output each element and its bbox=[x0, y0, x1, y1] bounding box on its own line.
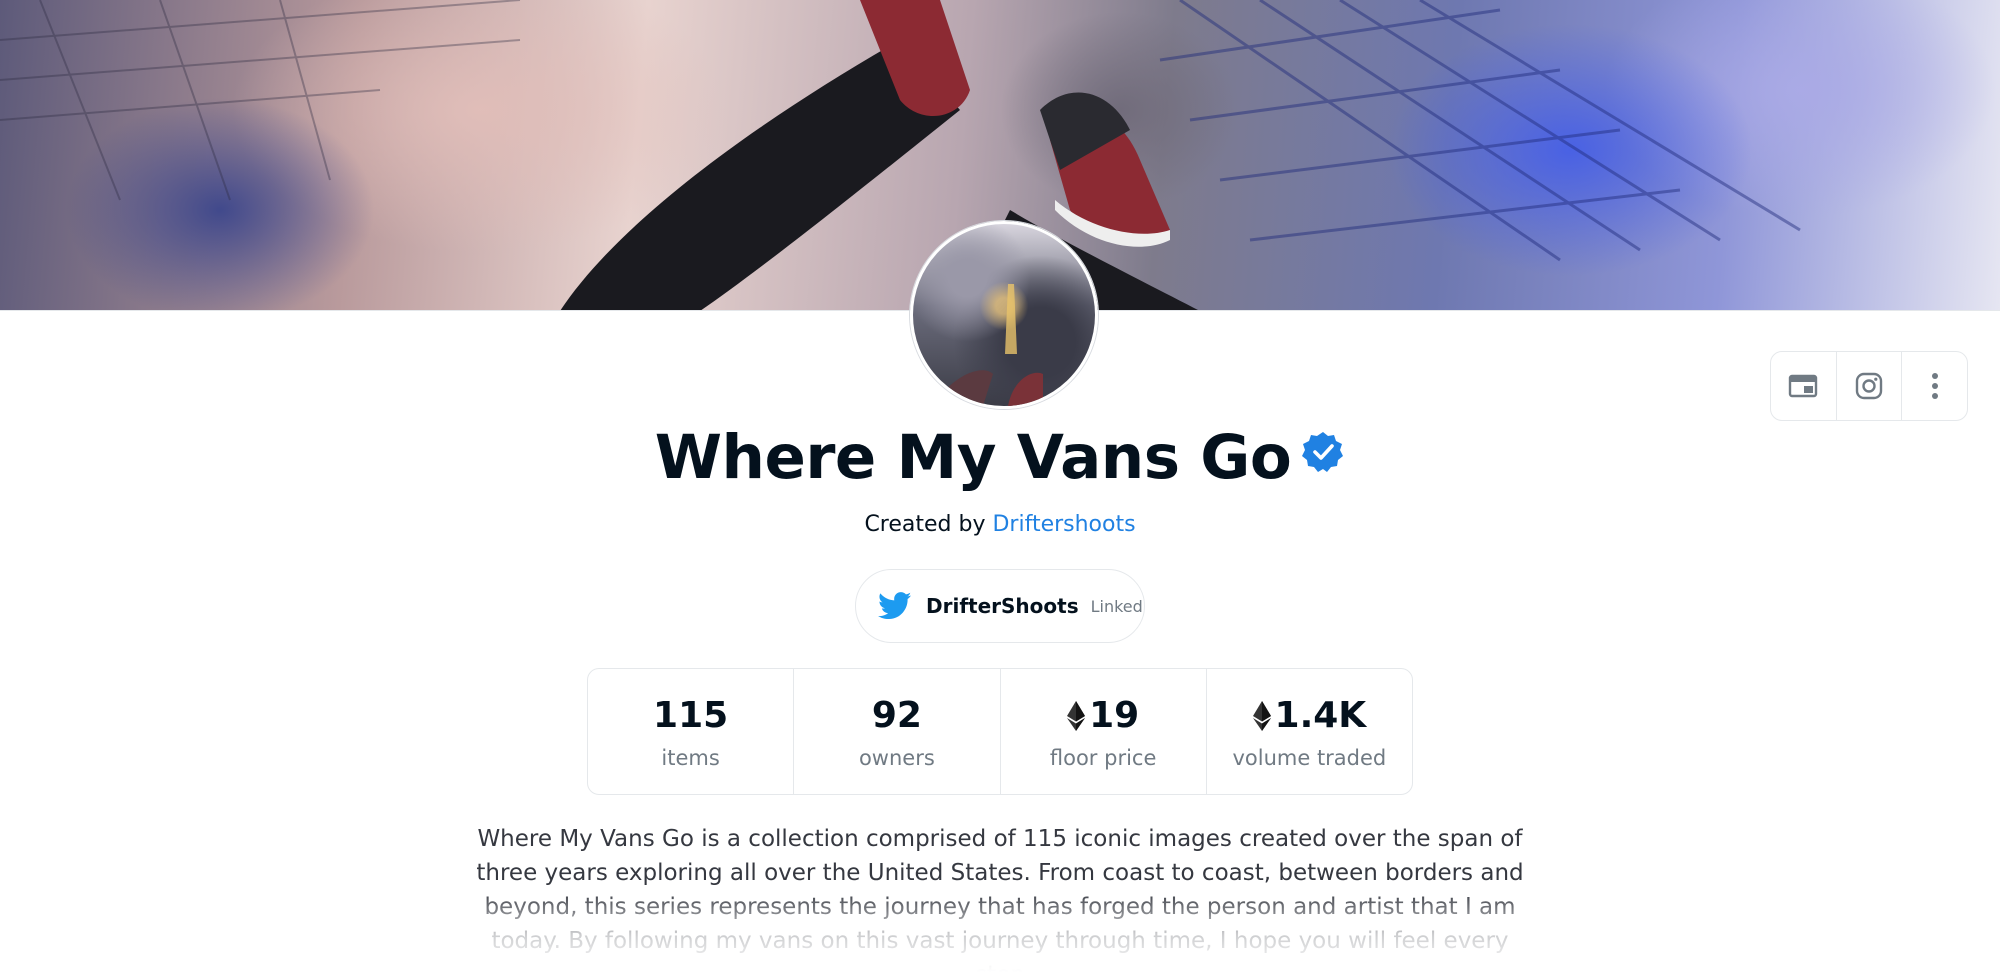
website-button[interactable] bbox=[1771, 352, 1837, 420]
stat-items-label: items bbox=[661, 745, 720, 770]
creator-link[interactable]: Driftershoots bbox=[992, 512, 1135, 537]
stat-owners-label: owners bbox=[858, 745, 935, 770]
stat-items[interactable]: 115 items bbox=[588, 669, 795, 794]
collection-description: Where My Vans Go is a collection compris… bbox=[476, 826, 1524, 972]
ethereum-icon bbox=[1252, 700, 1271, 731]
stat-floor-price-value: 19 bbox=[1089, 694, 1140, 736]
stat-owners[interactable]: 92 owners bbox=[794, 669, 1001, 794]
created-by-label: Created by bbox=[864, 512, 986, 537]
ethereum-icon bbox=[1067, 700, 1086, 731]
instagram-icon bbox=[1855, 372, 1883, 400]
collection-actions bbox=[1770, 351, 1968, 421]
stat-volume-traded-row: 1.4K bbox=[1252, 694, 1367, 738]
more-vertical-icon bbox=[1931, 373, 1938, 399]
twitter-handle: DrifterShoots bbox=[926, 594, 1079, 618]
twitter-bird-icon bbox=[878, 592, 912, 620]
avatar-scene bbox=[933, 284, 1043, 406]
verified-badge-icon bbox=[1302, 432, 1344, 472]
stat-floor-price-label: floor price bbox=[1049, 745, 1157, 770]
collection-stats: 115 items 92 owners 19 floor price 1.4K bbox=[587, 668, 1413, 795]
collection-title: Where My Vans Go bbox=[654, 422, 1292, 493]
website-icon bbox=[1789, 374, 1818, 398]
twitter-account-link[interactable]: DrifterShoots Linked bbox=[855, 569, 1145, 643]
instagram-button[interactable] bbox=[1837, 352, 1903, 420]
stat-floor-price-row: 19 bbox=[1067, 694, 1139, 738]
twitter-linked-status: Linked bbox=[1090, 596, 1143, 616]
stat-owners-value: 92 bbox=[871, 694, 922, 736]
stat-items-value: 115 bbox=[653, 694, 729, 736]
more-options-button[interactable] bbox=[1902, 352, 1967, 420]
created-by: Created by Driftershoots bbox=[0, 512, 2000, 537]
stat-volume-traded-label: volume traded bbox=[1232, 745, 1387, 770]
stat-volume-traded-value: 1.4K bbox=[1274, 694, 1367, 736]
collection-avatar[interactable] bbox=[910, 221, 1098, 409]
stat-floor-price[interactable]: 19 floor price bbox=[1001, 669, 1207, 794]
title-row: Where My Vans Go bbox=[0, 418, 2000, 498]
stat-volume-traded[interactable]: 1.4K volume traded bbox=[1207, 669, 1412, 794]
